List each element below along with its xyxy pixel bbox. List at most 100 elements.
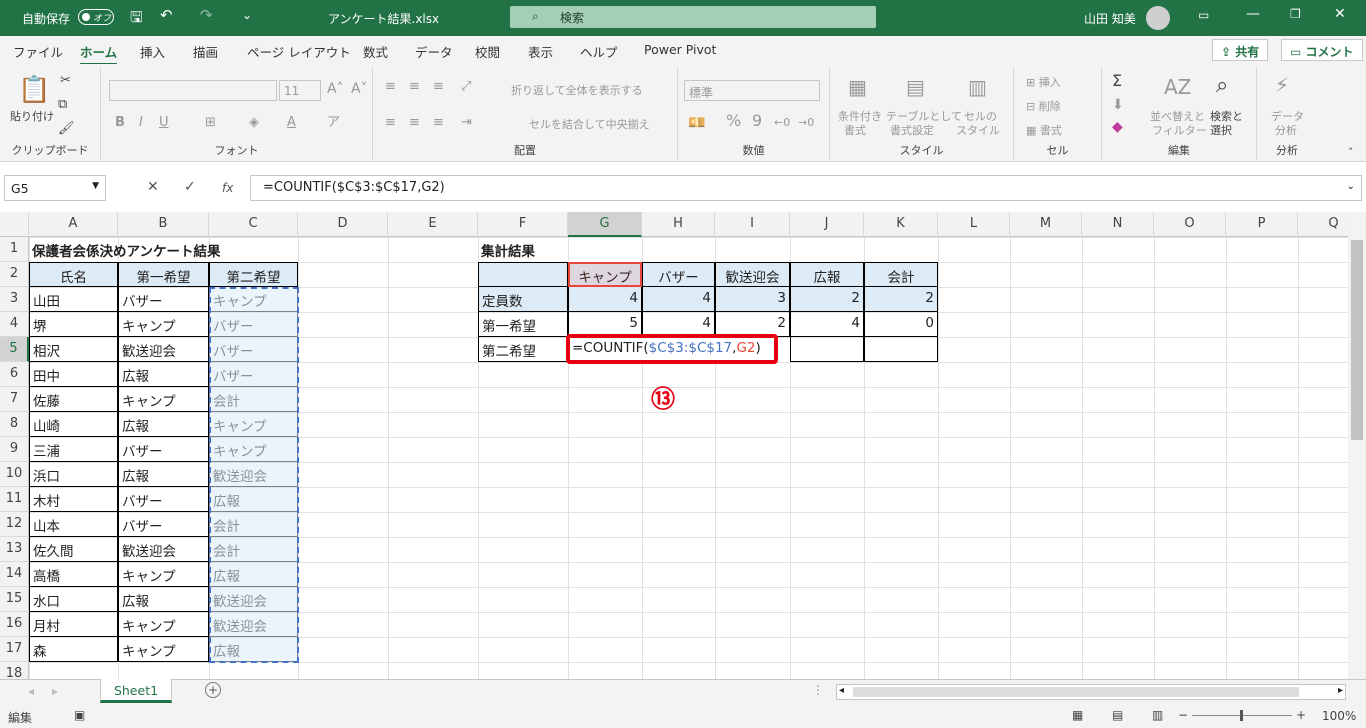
table-cell[interactable]: 広報 <box>209 487 298 512</box>
summary-value-cell[interactable]: 2 <box>790 287 864 312</box>
table-cell[interactable]: 高橋 <box>29 562 118 587</box>
sort-filter-icon[interactable]: AZ <box>1164 76 1191 98</box>
paste-button[interactable]: 貼り付け <box>10 110 54 124</box>
sheet-tab-sheet1[interactable]: Sheet1 <box>100 679 172 703</box>
table-cell[interactable]: 会計 <box>209 537 298 562</box>
normal-view-icon[interactable]: ▦ <box>1072 708 1083 722</box>
cut-icon[interactable]: ✂ <box>60 74 71 88</box>
select-all-corner[interactable] <box>0 212 29 237</box>
enter-icon[interactable]: ✓ <box>184 179 196 195</box>
summary-row-label[interactable]: 第一希望 <box>478 312 568 337</box>
table-cell[interactable]: キャンプ <box>118 387 209 412</box>
format-painter-icon[interactable]: 🖌 <box>58 122 75 136</box>
table-cell[interactable]: 相沢 <box>29 337 118 362</box>
border-icon[interactable]: ⊞ <box>205 116 216 130</box>
align-bottom-icon[interactable]: ≡ <box>433 80 444 94</box>
table-cell[interactable]: バザー <box>209 337 298 362</box>
name-box[interactable]: G5 ▼ <box>4 175 106 201</box>
table-cell[interactable]: バザー <box>209 312 298 337</box>
restore-icon[interactable]: ❐ <box>1290 7 1301 21</box>
table-cell[interactable]: バザー <box>118 487 209 512</box>
number-format-select[interactable]: 標準 <box>684 80 820 101</box>
table-cell[interactable]: 歓送迎会 <box>209 612 298 637</box>
tab-formulas[interactable]: 数式 <box>363 42 388 61</box>
zoom-slider-thumb[interactable] <box>1240 710 1243 721</box>
row-header-1[interactable]: 1 <box>0 237 29 262</box>
tab-data[interactable]: データ <box>415 42 453 61</box>
table-cell[interactable]: 歓送迎会 <box>118 537 209 562</box>
undo-icon[interactable]: ↶ <box>160 6 173 24</box>
search-box[interactable]: ⌕ 検索 <box>510 6 876 28</box>
wrap-text-button[interactable]: 折り返して全体を表示する <box>511 84 643 98</box>
align-middle-icon[interactable]: ≡ <box>409 80 420 94</box>
scroll-right-icon[interactable]: ▸ <box>52 684 58 698</box>
percent-icon[interactable]: % <box>726 113 741 129</box>
table-cell[interactable]: 三浦 <box>29 437 118 462</box>
column-header-k[interactable]: K <box>864 212 938 237</box>
shrink-font-icon[interactable]: A˅ <box>351 82 368 96</box>
clear-icon[interactable]: ◆ <box>1112 120 1123 134</box>
indent-icon[interactable]: ⇥ <box>461 116 472 130</box>
tab-page-layout[interactable]: ページ レイアウト <box>247 42 351 61</box>
summary-corner-cell[interactable] <box>478 262 568 287</box>
column-header-b[interactable]: B <box>118 212 209 237</box>
summary-row-label[interactable]: 第二希望 <box>478 337 568 362</box>
table-cell[interactable]: キャンプ <box>118 562 209 587</box>
table-cell[interactable]: 広報 <box>118 462 209 487</box>
table-cell[interactable]: 歓送迎会 <box>209 462 298 487</box>
summary-header-cell[interactable]: 会計 <box>864 262 938 287</box>
align-top-icon[interactable]: ≡ <box>385 80 396 94</box>
table-cell[interactable]: 堺 <box>29 312 118 337</box>
analyze-line1[interactable]: データ <box>1271 110 1304 124</box>
table-header-cell[interactable]: 第二希望 <box>209 262 298 287</box>
summary-row-label[interactable]: 定員数 <box>478 287 568 312</box>
column-header-j[interactable]: J <box>790 212 864 237</box>
column-header-o[interactable]: O <box>1154 212 1226 237</box>
font-size-select[interactable]: 11 <box>279 80 321 101</box>
cell-styles-line1[interactable]: セルの <box>964 110 997 124</box>
row-header-6[interactable]: 6 <box>0 362 29 387</box>
table-cell[interactable]: キャンプ <box>118 312 209 337</box>
sheet-title[interactable]: 保護者会係決めアンケート結果 <box>29 237 289 262</box>
summary-value-cell[interactable] <box>790 337 864 362</box>
format-table-line1[interactable]: テーブルとして <box>886 110 962 124</box>
tab-splitter-icon[interactable]: ⋮ <box>812 683 824 697</box>
table-cell[interactable]: 月村 <box>29 612 118 637</box>
increase-decimal-icon[interactable]: ←0 <box>774 116 790 130</box>
font-name-select[interactable] <box>109 80 277 101</box>
column-header-d[interactable]: D <box>298 212 388 237</box>
align-right-icon[interactable]: ≡ <box>433 116 444 130</box>
active-cell-g5-editing[interactable]: =COUNTIF($C$3:$C$17,G2) <box>566 334 778 364</box>
cancel-icon[interactable]: ✕ <box>147 179 159 195</box>
table-cell[interactable]: バザー <box>209 362 298 387</box>
delete-cells-button[interactable]: ⊟ 削除 <box>1026 100 1061 114</box>
sort-filter-line2[interactable]: フィルター <box>1152 124 1207 138</box>
fill-color-icon[interactable]: ◈ <box>249 116 259 130</box>
tab-insert[interactable]: 挿入 <box>140 42 165 61</box>
row-header-10[interactable]: 10 <box>0 462 29 487</box>
fill-icon[interactable]: ⬇ <box>1112 98 1124 112</box>
row-header-2[interactable]: 2 <box>0 262 29 287</box>
table-header-cell[interactable]: 氏名 <box>29 262 118 287</box>
summary-value-cell[interactable]: 4 <box>790 312 864 337</box>
table-cell[interactable]: 歓送迎会 <box>209 587 298 612</box>
bold-icon[interactable]: B <box>115 116 125 130</box>
tab-power-pivot[interactable]: Power Pivot <box>644 42 716 57</box>
row-header-8[interactable]: 8 <box>0 412 29 437</box>
table-cell[interactable]: 会計 <box>209 387 298 412</box>
zoom-out-icon[interactable]: − <box>1178 708 1188 722</box>
format-cells-button[interactable]: ▦ 書式 <box>1026 124 1062 138</box>
font-color-icon[interactable]: A <box>287 116 296 130</box>
table-cell[interactable]: 歓送迎会 <box>118 337 209 362</box>
orientation-icon[interactable]: ⤢ <box>461 80 471 94</box>
column-header-i[interactable]: I <box>715 212 790 237</box>
table-cell[interactable]: 山田 <box>29 287 118 312</box>
format-table-icon[interactable]: ▤ <box>906 76 925 98</box>
page-layout-view-icon[interactable]: ▤ <box>1112 708 1123 722</box>
tab-draw[interactable]: 描画 <box>193 42 218 61</box>
scroll-left-icon[interactable]: ◂ <box>28 684 34 698</box>
insert-function-icon[interactable]: fx <box>222 181 233 195</box>
row-header-4[interactable]: 4 <box>0 312 29 337</box>
currency-icon[interactable]: 💴 <box>688 116 705 130</box>
autosave-toggle[interactable]: オフ <box>78 9 114 25</box>
